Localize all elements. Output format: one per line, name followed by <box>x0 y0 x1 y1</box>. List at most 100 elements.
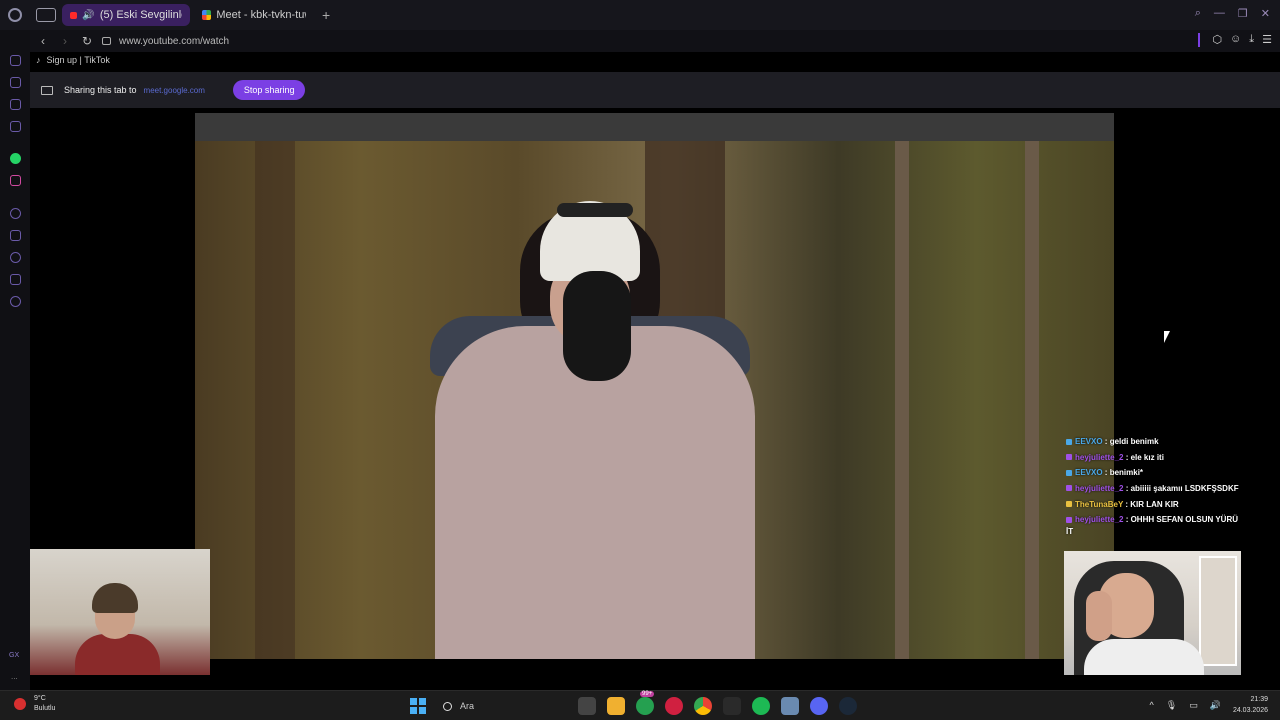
chat-username: heyjuliette_2 <box>1075 483 1124 493</box>
search-tabs-icon[interactable]: ⌕ <box>1195 7 1201 20</box>
chat-badge-icon <box>1066 485 1072 492</box>
file-explorer-icon[interactable] <box>607 697 625 715</box>
history-icon[interactable] <box>10 55 21 66</box>
microphone-icon[interactable]: 🎙 <box>1166 700 1177 711</box>
discord-icon[interactable] <box>810 697 828 715</box>
tab-label: Meet - kbk-tvkn-tuw <box>216 9 306 21</box>
system-tray: ^ 🎙 ▭ 🔊 21:39 24.03.2026 <box>1150 694 1268 716</box>
opera-gx-taskbar-icon[interactable] <box>665 697 683 715</box>
chat-username: EEVXO <box>1075 437 1103 446</box>
tree-trunk <box>895 141 909 659</box>
chrome-icon[interactable] <box>694 697 712 715</box>
chat-message: heyjuliette_2 : ele kız iti <box>1066 450 1246 466</box>
chat-badge-icon <box>1066 469 1072 476</box>
chevron-up-icon[interactable]: ^ <box>1150 700 1154 710</box>
forward-button[interactable]: › <box>56 34 74 48</box>
tab-sharing-infobar: Sharing this tab to meet.google.com Stop… <box>30 72 1280 108</box>
steam-icon[interactable] <box>839 697 857 715</box>
spotify-icon[interactable] <box>752 697 770 715</box>
date: 24.03.2026 <box>1232 707 1268 714</box>
chat-username: heyjuliette_2 <box>1075 452 1124 462</box>
back-button[interactable]: ‹ <box>34 34 52 48</box>
weather-icon <box>14 698 26 710</box>
window-controls: ⌕ — ❐ ✕ <box>1195 7 1270 20</box>
opera-gx-logo-icon[interactable] <box>0 0 30 30</box>
tab-overview-icon[interactable] <box>36 8 56 22</box>
browser-sidebar: GX ... <box>0 30 30 690</box>
windows-start-icon[interactable] <box>410 698 426 714</box>
menu-icon[interactable]: ☰ <box>1262 33 1272 47</box>
minimize-icon[interactable]: — <box>1214 7 1225 20</box>
speaker-icon[interactable]: 🔊 <box>82 10 94 21</box>
webcam-person-body <box>75 634 160 675</box>
tab-label: (5) Eski Sevgilinle Doğ <box>99 9 182 21</box>
chat-badge-icon <box>1066 454 1072 461</box>
url-field[interactable]: www.youtube.com/watch <box>119 36 229 47</box>
chat-icon[interactable] <box>10 274 21 285</box>
bookmark-tiktok[interactable]: Sign up | TikTok <box>47 55 110 65</box>
windows-taskbar: 9°C Bulutlu Ara 99+ ^ 🎙 ▭ 🔊 21:39 24.03.… <box>0 690 1280 720</box>
chat-text: : KIR LAN KIR <box>1123 499 1179 509</box>
aria-icon[interactable] <box>10 77 21 88</box>
webcam-left <box>30 549 210 675</box>
task-view-icon[interactable] <box>578 697 596 715</box>
video-player[interactable] <box>195 141 1114 659</box>
reload-button[interactable]: ↻ <box>78 34 96 48</box>
weather-temp: 9°C <box>34 695 46 702</box>
snapshot-icon[interactable]: ⬡ <box>1212 33 1222 47</box>
chat-username: EEVXO <box>1075 468 1103 477</box>
more-icon[interactable]: ... <box>11 672 18 681</box>
clock[interactable]: 21:39 24.03.2026 <box>1233 694 1268 716</box>
webcam-person-hand <box>1086 591 1112 641</box>
maximize-icon[interactable]: ❐ <box>1238 7 1248 20</box>
display-icon[interactable]: ▭ <box>1189 700 1198 711</box>
chat-badge-icon <box>1066 438 1072 445</box>
settings-icon[interactable] <box>10 296 21 307</box>
chat-badge-icon <box>1066 516 1072 523</box>
new-tab-button[interactable]: + <box>322 7 330 23</box>
tab-meet[interactable]: Meet - kbk-tvkn-tuw <box>194 4 314 26</box>
weather-widget[interactable]: 9°C Bulutlu <box>14 694 55 714</box>
instagram-icon[interactable] <box>10 175 21 186</box>
taskbar-search[interactable]: Ara <box>437 696 567 716</box>
close-icon[interactable]: ✕ <box>1261 7 1270 20</box>
chat-badge-icon <box>1066 501 1072 508</box>
volume-icon[interactable]: 🔊 <box>1210 700 1221 711</box>
weather-desc: Bulutlu <box>34 705 56 712</box>
clock-icon[interactable] <box>10 252 21 263</box>
chat-message: heyjuliette_2 : OHHH SEFAN OLSUN YÜRÜ İT <box>1066 514 1246 538</box>
webcam-person-hair <box>92 583 138 613</box>
tab-youtube[interactable]: 🔊 (5) Eski Sevgilinle Doğ <box>62 4 190 26</box>
youtube-icon <box>70 11 78 19</box>
whatsapp-icon[interactable] <box>10 153 21 164</box>
m-icon[interactable] <box>10 121 21 132</box>
whatsapp-taskbar-icon[interactable]: 99+ <box>636 691 655 715</box>
browser-tabbar: 🔊 (5) Eski Sevgilinle Doğ Meet - kbk-tvk… <box>0 0 1280 30</box>
sharing-text: Sharing this tab to <box>64 85 137 95</box>
profile-icon[interactable]: ☺ <box>1230 33 1241 47</box>
notification-badge: 99+ <box>640 691 655 697</box>
vpn-icon[interactable] <box>781 697 799 715</box>
sharing-host-link[interactable]: meet.google.com <box>144 86 205 95</box>
google-meet-icon <box>202 10 212 20</box>
chat-text: : ele kız iti <box>1123 452 1164 462</box>
player-icon[interactable] <box>10 208 21 219</box>
lock-icon <box>102 37 111 45</box>
accent-divider <box>1198 33 1201 47</box>
bookmark-icon[interactable] <box>10 230 21 241</box>
address-bar: ‹ › ↻ www.youtube.com/watch ⬡ ☺ ⤓ ☰ <box>30 30 1280 52</box>
stop-sharing-button[interactable]: Stop sharing <box>232 80 306 100</box>
gx-badge[interactable]: GX <box>9 652 19 659</box>
download-icon[interactable]: ⤓ <box>1249 33 1254 47</box>
chat-text: : abiiiii şakamıı LSDKFŞSDKF <box>1123 483 1239 493</box>
terminal-icon[interactable] <box>723 697 741 715</box>
tiktok-icon: ♪ <box>36 55 41 65</box>
screen-share-icon <box>41 85 53 95</box>
person-sunglasses <box>557 203 633 217</box>
person-gloved-hands <box>563 271 631 381</box>
webcam-right <box>1064 551 1241 675</box>
tree-trunk <box>1025 141 1039 659</box>
chat-message: EEVXO : geldi benimk <box>1066 434 1246 450</box>
chat-username: heyjuliette_2 <box>1075 515 1124 524</box>
messenger-icon[interactable] <box>10 99 21 110</box>
